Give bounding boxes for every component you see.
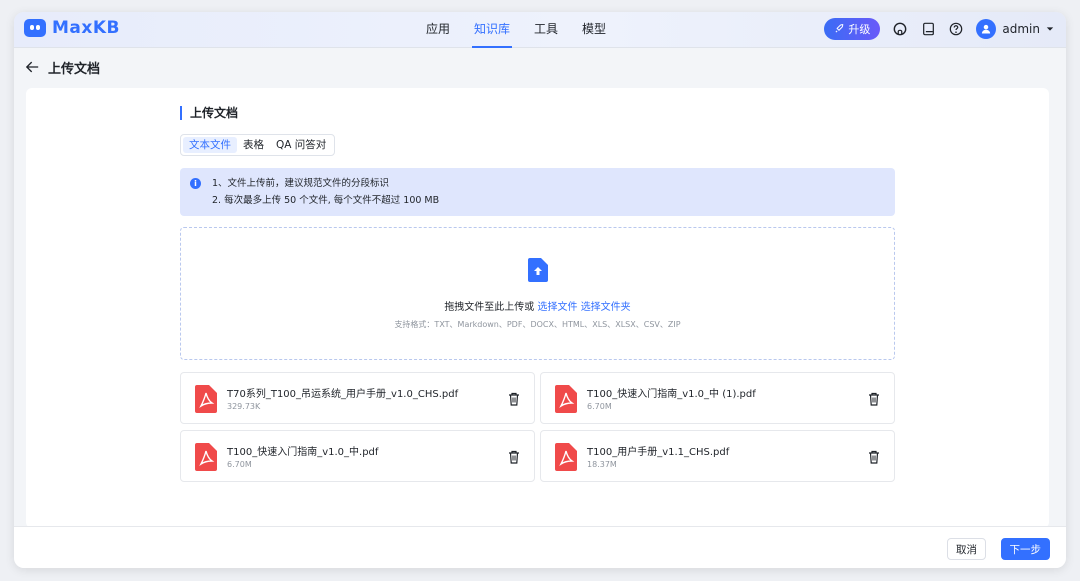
file-name: T100_快速入门指南_v1.0_中 (1).pdf [587, 389, 756, 400]
file-name: T70系列_T100_吊运系统_用户手册_v1.0_CHS.pdf [227, 389, 459, 400]
github-icon[interactable] [892, 21, 908, 37]
select-folder-link[interactable]: 选择文件夹 [581, 302, 631, 313]
book-icon[interactable] [920, 21, 936, 37]
next-step-button[interactable]: 下一步 [1000, 538, 1050, 560]
section-title: 上传文档 [180, 106, 238, 120]
tab-qa[interactable]: QA 问答对 [270, 137, 332, 153]
file-name: T100_用户手册_v1.1_CHS.pdf [587, 447, 730, 458]
pdf-icon [555, 443, 577, 471]
supported-formats: 支持格式：TXT、Markdown、PDF、DOCX、HTML、XLS、XLSX… [394, 320, 681, 329]
file-type-tabs: 文本文件 表格 QA 问答对 [180, 134, 336, 156]
file-dropzone[interactable]: 拖拽文件至此上传或 选择文件 选择文件夹 支持格式：TXT、Markdown、P… [180, 227, 895, 360]
upgrade-button[interactable]: 升级 [824, 18, 881, 40]
file-size: 6.70M [587, 402, 612, 411]
robot-logo-icon [24, 19, 46, 37]
page-header: 上传文档 [14, 48, 1066, 86]
dropzone-prompt: 拖拽文件至此上传或 [444, 302, 538, 313]
nav-item-tools[interactable]: 工具 [532, 12, 560, 48]
file-card: T100_快速入门指南_v1.0_中 (1).pdf 6.70M [540, 372, 895, 424]
caret-down-icon [1046, 27, 1054, 31]
username: admin [1002, 22, 1040, 36]
arrow-left-icon[interactable] [26, 60, 40, 74]
notice-line-2: 2. 每次最多上传 50 个文件, 每个文件不超过 100 MB [212, 195, 440, 206]
trash-icon[interactable] [868, 392, 880, 406]
dropzone-text: 拖拽文件至此上传或 选择文件 选择文件夹 [181, 298, 894, 313]
nav-item-knowledge[interactable]: 知识库 [472, 12, 513, 48]
file-size: 18.37M [587, 460, 617, 469]
file-name: T100_快速入门指南_v1.0_中.pdf [227, 447, 379, 458]
main-nav: 应用 知识库 工具 模型 [424, 12, 608, 48]
trash-icon[interactable] [868, 450, 880, 464]
file-size: 6.70M [227, 460, 252, 469]
nav-item-apps[interactable]: 应用 [424, 12, 452, 48]
info-icon: i [190, 178, 201, 189]
app-window: MaxKB 应用 知识库 工具 模型 升级 admin 上传文档 上传文档 文本… [14, 12, 1066, 568]
user-icon [976, 19, 997, 39]
file-card: T100_快速入门指南_v1.0_中.pdf 6.70M [180, 430, 535, 482]
nav-item-models[interactable]: 模型 [580, 12, 608, 48]
tab-table[interactable]: 表格 [237, 137, 270, 153]
notice-line-1: 1、文件上传前，建议规范文件的分段标识 [212, 178, 390, 189]
file-size: 329.73K [227, 402, 261, 411]
file-card: T100_用户手册_v1.1_CHS.pdf 18.37M [540, 430, 895, 482]
trash-icon[interactable] [508, 392, 520, 406]
rocket-icon [835, 24, 844, 33]
pdf-icon [555, 385, 577, 413]
user-menu[interactable]: admin [976, 19, 1054, 39]
app-logo[interactable]: MaxKB [24, 18, 120, 38]
top-header: MaxKB 应用 知识库 工具 模型 升级 admin [14, 12, 1066, 48]
upgrade-label: 升级 [848, 24, 871, 36]
pdf-icon [195, 443, 217, 471]
page-title: 上传文档 [48, 61, 101, 77]
action-footer: 取消 下一步 [14, 526, 1066, 568]
upload-file-icon [528, 258, 548, 282]
tab-text-file[interactable]: 文本文件 [183, 137, 237, 153]
upload-notice: i 1、文件上传前，建议规范文件的分段标识 2. 每次最多上传 50 个文件, … [180, 168, 895, 216]
select-file-link[interactable]: 选择文件 [538, 302, 578, 313]
help-icon[interactable] [948, 21, 964, 37]
file-card: T70系列_T100_吊运系统_用户手册_v1.0_CHS.pdf 329.73… [180, 372, 535, 424]
trash-icon[interactable] [508, 450, 520, 464]
pdf-icon [195, 385, 217, 413]
header-tools: 升级 admin [824, 18, 1054, 40]
app-name: MaxKB [52, 18, 120, 38]
cancel-button[interactable]: 取消 [947, 538, 986, 560]
upload-panel: 上传文档 文本文件 表格 QA 问答对 i 1、文件上传前，建议规范文件的分段标… [26, 88, 1049, 528]
